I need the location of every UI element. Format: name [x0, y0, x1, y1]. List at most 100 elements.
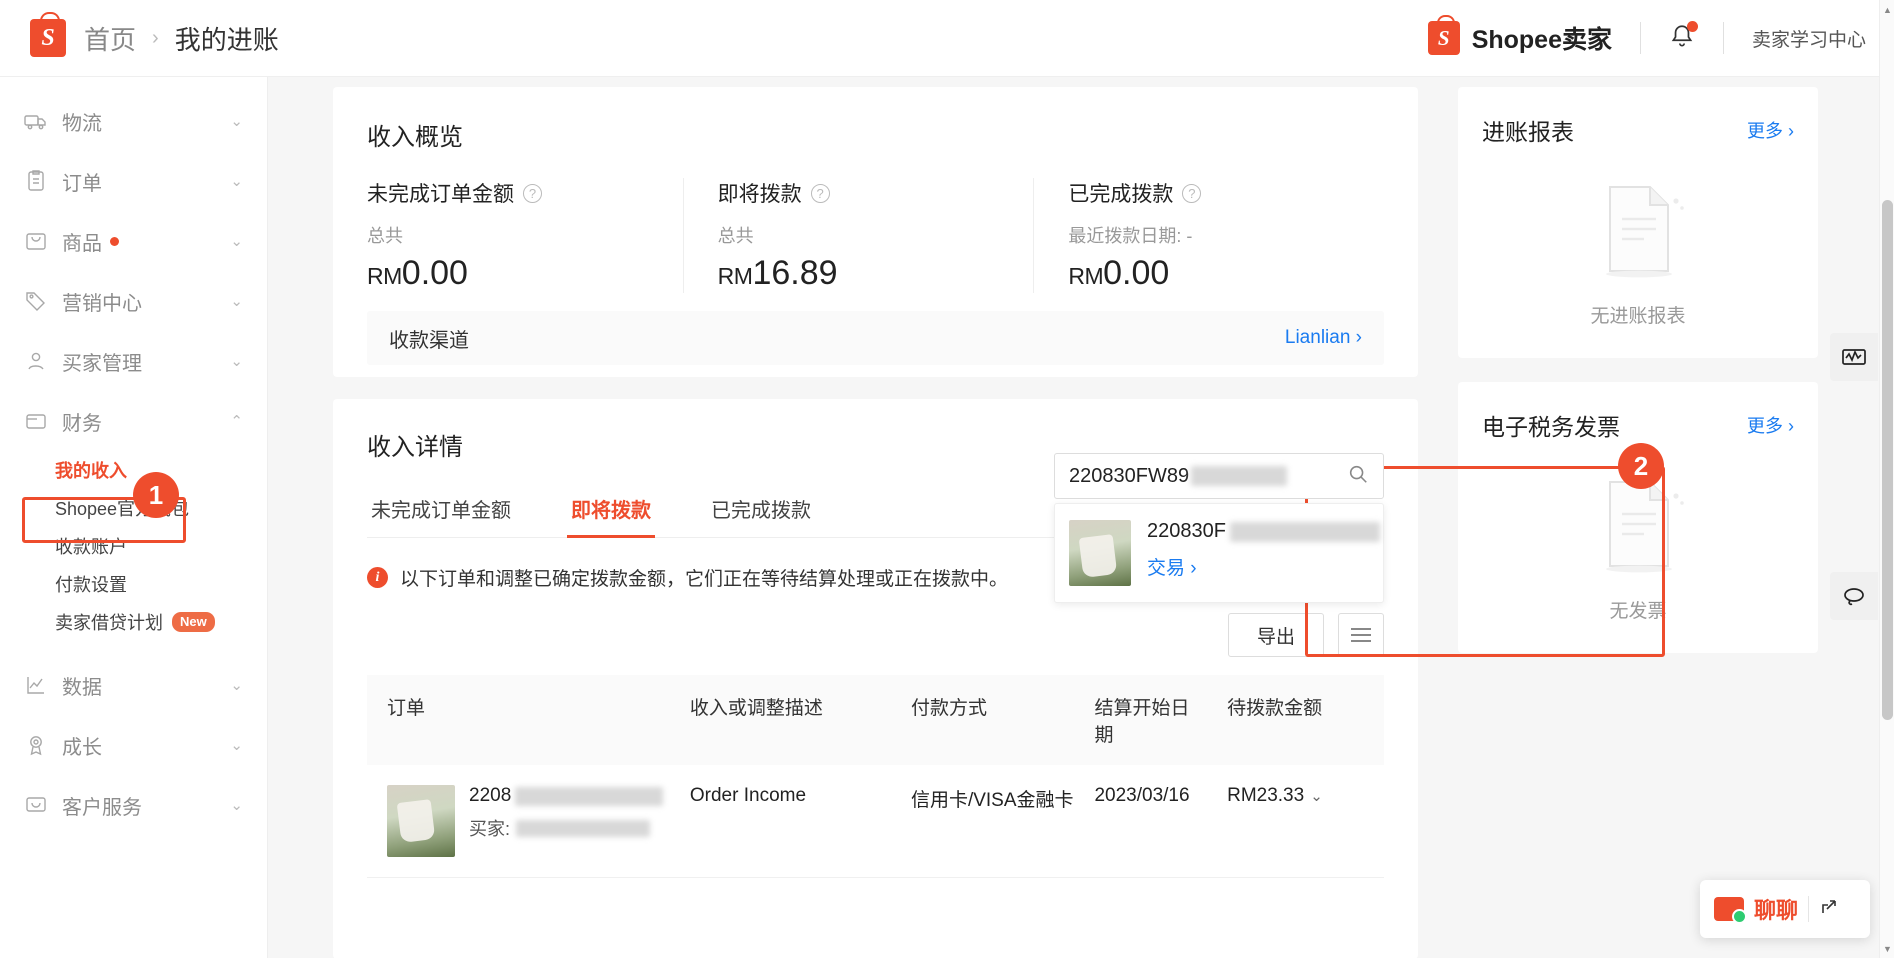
- page-scrollbar[interactable]: ▲ ▼: [1879, 0, 1894, 958]
- search-icon[interactable]: [1347, 463, 1369, 490]
- sidebar-item-data[interactable]: 数据 ⌄: [0, 655, 267, 715]
- tab-label-upcoming: 即将拨款: [571, 500, 651, 522]
- table-actions: 导出: [367, 613, 1384, 657]
- sidebar-item-finance[interactable]: 财务 ⌃: [0, 391, 267, 451]
- e-invoice-more-link[interactable]: 更多 ›: [1747, 412, 1794, 438]
- sidebar-label-customer-service: 客户服务: [62, 791, 142, 820]
- chevron-right-icon: ›: [1356, 327, 1362, 348]
- col-header-order: 订单: [367, 675, 670, 765]
- sidebar-label-finance: 财务: [62, 407, 102, 436]
- e-invoice-title: 电子税务发票: [1482, 408, 1620, 442]
- order-search-group: 220830FW89 220830F: [1054, 453, 1384, 603]
- breadcrumb: S 首页 › 我的进账: [0, 19, 279, 57]
- payout-amount-value: RM23.33: [1227, 785, 1304, 806]
- chat-expand-icon[interactable]: [1819, 897, 1839, 922]
- chevron-down-icon: ⌄: [230, 234, 243, 249]
- chevron-right-icon: ›: [1788, 121, 1794, 141]
- chart-icon: [24, 673, 48, 697]
- sidebar-label-buyer-management: 买家管理: [62, 347, 142, 376]
- payment-channel-link[interactable]: Lianlian ›: [1285, 327, 1362, 349]
- table-row[interactable]: 2208 买家: Order Income: [367, 765, 1384, 878]
- seller-learning-center-link[interactable]: 卖家学习中心: [1752, 25, 1866, 52]
- truck-icon: [24, 109, 48, 133]
- col-header-settlement-date: 结算开始日期: [1074, 675, 1207, 765]
- income-report-empty-state: 无进账报表: [1482, 175, 1794, 328]
- sidebar-label-products: 商品: [62, 227, 102, 256]
- sidebar-item-buyer-management[interactable]: 买家管理 ⌄: [0, 331, 267, 391]
- stat-sub-upcoming: 总共: [718, 222, 1014, 248]
- sidebar-item-growth[interactable]: 成长 ⌄: [0, 715, 267, 775]
- new-badge: New: [172, 612, 215, 632]
- chevron-down-icon: ⌄: [230, 294, 243, 309]
- sidebar-label-my-income: 我的收入: [55, 457, 127, 483]
- help-icon[interactable]: ?: [1182, 184, 1201, 203]
- order-id: 2208: [469, 785, 511, 807]
- suggestion-transaction-link[interactable]: 交易 ›: [1147, 553, 1380, 580]
- help-icon[interactable]: ?: [811, 184, 830, 203]
- page-root: S 首页 › 我的进账 S Shopee卖家 卖家学习中心: [0, 0, 1894, 958]
- sidebar-label-marketing: 营销中心: [62, 287, 142, 316]
- pulse-chart-icon: [1840, 343, 1868, 371]
- sidebar-item-payment-settings[interactable]: 付款设置: [0, 565, 267, 603]
- shopee-seller-brand[interactable]: S Shopee卖家: [1428, 20, 1612, 56]
- chevron-up-icon: ⌃: [230, 414, 243, 429]
- breadcrumb-home-link[interactable]: 首页: [84, 20, 136, 57]
- export-button[interactable]: 导出: [1228, 613, 1324, 657]
- header-divider-1: [1640, 22, 1641, 54]
- breadcrumb-separator-icon: ›: [152, 27, 159, 50]
- tab-upcoming-payout[interactable]: 即将拨款: [567, 494, 655, 537]
- sidebar-item-customer-service[interactable]: 客户服务 ⌄: [0, 775, 267, 835]
- analytics-float-button[interactable]: [1830, 333, 1878, 381]
- income-report-more-link[interactable]: 更多 ›: [1747, 117, 1794, 143]
- user-icon: [24, 349, 48, 373]
- sidebar-item-marketing[interactable]: 营销中心 ⌄: [0, 271, 267, 331]
- search-input[interactable]: 220830FW89: [1054, 453, 1384, 499]
- chevron-down-icon: ⌄: [230, 678, 243, 693]
- scroll-up-arrow-icon[interactable]: ▲: [1880, 2, 1894, 17]
- chevron-down-icon[interactable]: ⌄: [1310, 788, 1323, 805]
- stat-currency-unfinished: RM: [367, 263, 402, 289]
- top-header: S 首页 › 我的进账 S Shopee卖家 卖家学习中心: [0, 0, 1894, 77]
- column-settings-button[interactable]: [1338, 613, 1384, 657]
- tab-completed-payout[interactable]: 已完成拨款: [707, 494, 815, 537]
- shopee-brand-letter: S: [1428, 21, 1460, 55]
- col-header-description: 收入或调整描述: [670, 675, 891, 765]
- chat-label: 聊聊: [1754, 893, 1798, 925]
- menu-line: [1351, 628, 1371, 630]
- feedback-float-button[interactable]: [1830, 572, 1878, 620]
- clipboard-icon: [24, 169, 48, 193]
- shopee-brand-label: Shopee卖家: [1472, 20, 1612, 56]
- sidebar-item-my-income[interactable]: 我的收入: [0, 451, 267, 489]
- scroll-down-arrow-icon[interactable]: ▼: [1880, 941, 1894, 956]
- wallet-icon: [24, 409, 48, 433]
- cell-payout-amount[interactable]: RM23.33 ⌄: [1207, 765, 1384, 878]
- sidebar-item-seller-loan[interactable]: 卖家借贷计划 New: [0, 603, 267, 641]
- scrollbar-thumb[interactable]: [1882, 200, 1893, 720]
- chat-widget[interactable]: 聊聊: [1700, 880, 1870, 938]
- cell-description: Order Income: [670, 765, 891, 878]
- payment-channel-value: Lianlian: [1285, 327, 1351, 348]
- redacted-search-text: [1191, 466, 1287, 486]
- notification-bell-icon[interactable]: [1669, 23, 1695, 53]
- info-notice-text: 以下订单和调整已确定拨款金额，它们正在等待结算处理或正在拨款中。: [400, 564, 1008, 591]
- income-report-more-label: 更多: [1747, 121, 1783, 141]
- left-sidebar: 物流 ⌄ 订单 ⌄ 商品 ⌄: [0, 77, 268, 958]
- help-icon[interactable]: ?: [523, 184, 542, 203]
- stat-amount-upcoming: 16.89: [752, 254, 837, 292]
- stat-currency-upcoming: RM: [718, 263, 753, 289]
- sidebar-label-data: 数据: [62, 671, 102, 700]
- e-invoice-card: 电子税务发票 更多 › 无发票: [1458, 382, 1818, 653]
- payment-channel-row[interactable]: 收款渠道 Lianlian ›: [367, 311, 1384, 365]
- chevron-down-icon: ⌄: [230, 738, 243, 753]
- sidebar-item-orders[interactable]: 订单 ⌄: [0, 151, 267, 211]
- sidebar-item-bank-account[interactable]: 收款账户: [0, 527, 267, 565]
- chevron-right-icon: ›: [1190, 558, 1196, 579]
- product-thumbnail: [387, 785, 455, 857]
- tab-unfinished-orders[interactable]: 未完成订单金额: [367, 494, 515, 537]
- search-suggestion-item[interactable]: 220830F 交易 ›: [1054, 503, 1384, 603]
- sidebar-item-products[interactable]: 商品 ⌄: [0, 211, 267, 271]
- chat-bubble-icon: [24, 793, 48, 817]
- right-rail: 进账报表 更多 › 无进账报表: [1458, 87, 1818, 677]
- sidebar-item-logistics[interactable]: 物流 ⌄: [0, 91, 267, 151]
- annotation-badge-1: 1: [133, 472, 179, 518]
